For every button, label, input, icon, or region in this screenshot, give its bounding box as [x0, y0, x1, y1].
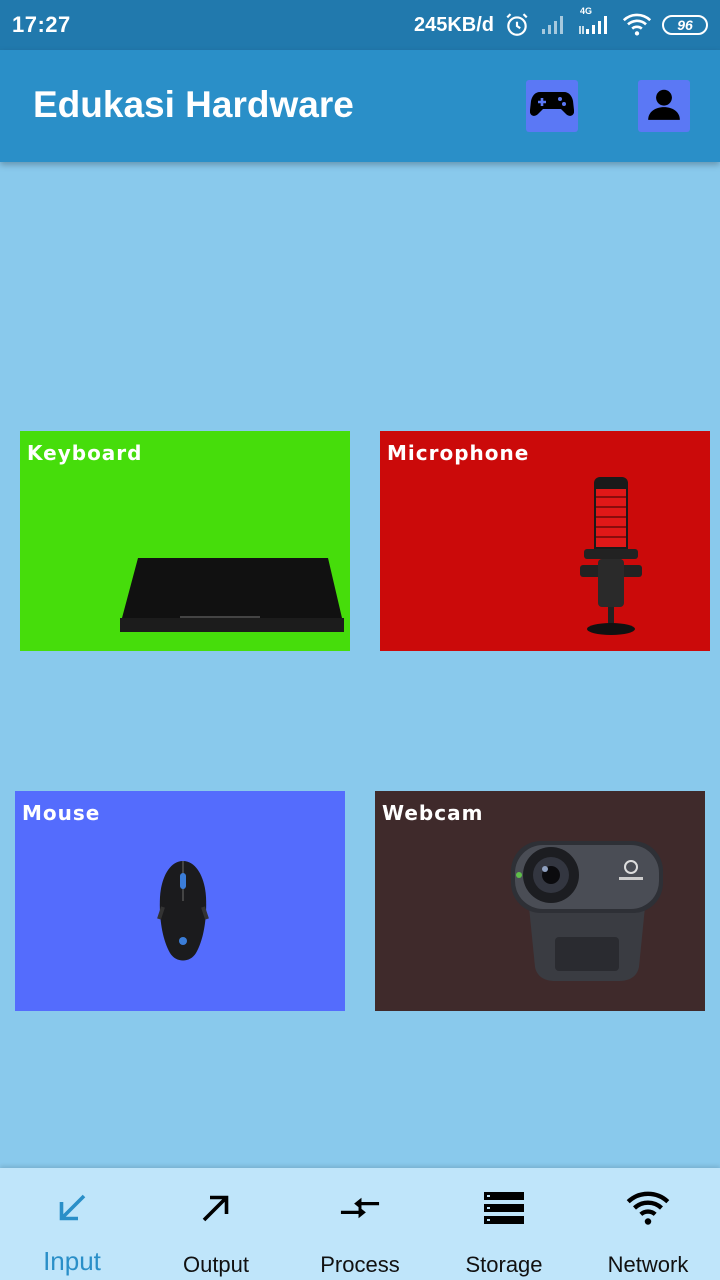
signal-icon	[540, 14, 568, 36]
nav-label: Output	[182, 1252, 250, 1277]
card-label: Mouse	[22, 801, 101, 825]
person-icon	[645, 85, 683, 128]
app-bar: Edukasi Hardware	[0, 50, 720, 162]
webcam-image	[511, 841, 663, 981]
card-keyboard[interactable]: Keyboard	[20, 431, 350, 651]
card-webcam[interactable]: Webcam	[375, 791, 705, 1011]
nav-input[interactable]: Input	[0, 1168, 144, 1280]
status-bar: 17:27 245KB/d 4G 96	[0, 0, 720, 50]
compare-arrows-icon	[338, 1188, 382, 1228]
bottom-nav: Input Output Process Storage Network	[0, 1168, 720, 1280]
signal-4g-icon: 4G	[578, 6, 612, 36]
nav-output[interactable]: Output	[144, 1168, 288, 1280]
battery-level: 96	[677, 17, 693, 33]
nav-storage[interactable]: Storage	[432, 1168, 576, 1280]
network-type: 4G	[580, 6, 593, 16]
nav-process[interactable]: Process	[288, 1168, 432, 1280]
storage-icon	[484, 1188, 524, 1228]
arrow-up-right-icon	[198, 1188, 234, 1228]
gamepad-icon	[529, 89, 575, 124]
card-label: Webcam	[382, 801, 484, 825]
wifi-icon	[626, 1188, 670, 1228]
nav-label: Input	[43, 1246, 101, 1276]
battery-icon: 96	[662, 15, 708, 35]
nav-label: Network	[607, 1252, 689, 1277]
card-microphone[interactable]: Microphone	[380, 431, 710, 651]
card-label: Keyboard	[27, 441, 143, 465]
net-speed: 245KB/d	[413, 13, 494, 36]
nav-network[interactable]: Network	[576, 1168, 720, 1280]
mouse-image	[157, 861, 209, 961]
status-time: 17:27	[12, 12, 71, 37]
card-label: Microphone	[387, 441, 530, 465]
wifi-icon	[622, 13, 652, 37]
game-button[interactable]	[526, 80, 578, 132]
microphone-image	[580, 477, 642, 635]
keyboard-image	[120, 558, 344, 632]
app-title: Edukasi Hardware	[33, 84, 354, 125]
nav-label: Process	[320, 1252, 400, 1277]
profile-button[interactable]	[638, 80, 690, 132]
alarm-icon	[504, 12, 530, 38]
nav-label: Storage	[465, 1252, 543, 1277]
card-mouse[interactable]: Mouse	[15, 791, 345, 1011]
arrow-down-left-icon	[54, 1188, 90, 1228]
